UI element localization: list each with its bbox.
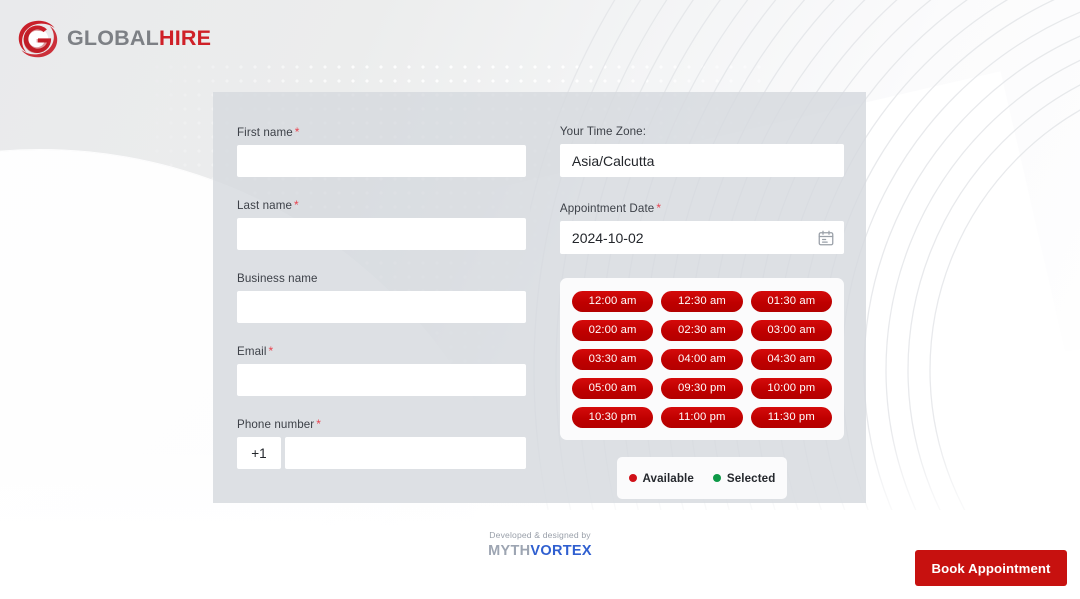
- time-slot-button[interactable]: 02:00 am: [571, 320, 654, 341]
- business-name-label: Business name: [237, 271, 526, 285]
- time-slot-button[interactable]: 12:00 am: [571, 291, 654, 312]
- appointment-date-input[interactable]: [559, 221, 844, 254]
- legend-available: Available: [628, 471, 694, 485]
- email-input[interactable]: [237, 364, 526, 396]
- time-slot-button[interactable]: 02:30 am: [661, 320, 743, 341]
- time-slot-button[interactable]: 11:30 pm: [750, 407, 832, 428]
- last-name-label-text: Last name: [237, 199, 293, 212]
- book-appointment-button[interactable]: Book Appointment: [915, 550, 1067, 586]
- business-name-label-text: Business name: [237, 272, 318, 285]
- brand-name-part2: HIRE: [158, 26, 212, 51]
- timezone-field: Your Time Zone:: [559, 125, 844, 177]
- time-slot-button[interactable]: 09:30 pm: [661, 378, 743, 399]
- time-slot-button[interactable]: 01:30 am: [750, 291, 832, 312]
- time-slot-button[interactable]: 10:30 pm: [571, 407, 654, 428]
- calendar-icon[interactable]: [817, 229, 835, 247]
- time-slots-card: 12:00 am 12:30 am 01:30 am 02:00 am 02:3…: [559, 278, 844, 440]
- business-name-input[interactable]: [237, 291, 526, 323]
- credit-line: Developed & designed by: [489, 530, 591, 540]
- country-code-input[interactable]: [237, 437, 281, 469]
- credit-brand-part2: VORTEX: [530, 542, 592, 559]
- required-asterisk: *: [656, 201, 662, 215]
- time-slot-button[interactable]: 11:00 pm: [661, 407, 743, 428]
- form-right-column: Your Time Zone: Appointment Date*: [559, 125, 844, 503]
- timezone-input[interactable]: [559, 144, 844, 177]
- legend-selected: Selected: [712, 471, 776, 485]
- phone-number-input[interactable]: [285, 437, 526, 469]
- first-name-label: First name *: [237, 125, 526, 139]
- first-name-label-text: First name: [237, 126, 293, 139]
- selected-dot-icon: [712, 474, 721, 482]
- required-asterisk: *: [268, 344, 274, 358]
- time-slot-button[interactable]: 04:00 am: [661, 349, 743, 370]
- phone-number-field: Phone number *: [237, 417, 526, 469]
- legend-available-label: Available: [642, 471, 694, 485]
- time-slot-button[interactable]: 12:30 am: [661, 291, 743, 312]
- business-name-field: Business name: [237, 271, 526, 323]
- time-slot-button[interactable]: 04:30 am: [750, 349, 832, 370]
- email-label-text: Email: [237, 345, 267, 358]
- required-asterisk: *: [316, 417, 322, 431]
- brand-name-part1: GLOBAL: [67, 26, 159, 51]
- email-field: Email *: [237, 344, 526, 396]
- appointment-date-field: Appointment Date *: [559, 201, 844, 254]
- slot-legend: Available Selected: [616, 457, 787, 499]
- appointment-date-label-text: Appointment Date: [559, 202, 655, 215]
- required-asterisk: *: [294, 198, 299, 212]
- credit-brand-part1: MYTH: [488, 542, 531, 559]
- available-dot-icon: [628, 474, 637, 482]
- time-slots-grid: 12:00 am 12:30 am 01:30 am 02:00 am 02:3…: [571, 291, 832, 428]
- email-label: Email *: [237, 344, 526, 358]
- globalhire-swoosh-logo-icon: [16, 17, 60, 61]
- last-name-input[interactable]: [237, 218, 526, 250]
- appointment-form-panel: First name * Last name * Business name Ema…: [213, 92, 866, 503]
- first-name-input[interactable]: [237, 145, 526, 177]
- phone-number-label-text: Phone number: [237, 418, 315, 431]
- legend-selected-label: Selected: [726, 471, 776, 485]
- time-slot-button[interactable]: 03:30 am: [571, 349, 654, 370]
- brand-name: GLOBALHIRE: [67, 28, 211, 50]
- time-slot-button[interactable]: 05:00 am: [571, 378, 654, 399]
- phone-number-label: Phone number *: [237, 417, 526, 431]
- timezone-label: Your Time Zone:: [559, 125, 647, 138]
- first-name-field: First name *: [237, 125, 526, 177]
- required-asterisk: *: [294, 125, 300, 139]
- time-slot-button[interactable]: 03:00 am: [750, 320, 832, 341]
- time-slot-button[interactable]: 10:00 pm: [750, 378, 832, 399]
- form-left-column: First name * Last name * Business name Ema…: [237, 125, 526, 503]
- last-name-field: Last name *: [237, 198, 526, 250]
- last-name-label: Last name *: [237, 198, 526, 212]
- brand-logo[interactable]: GLOBALHIRE: [16, 17, 211, 61]
- appointment-date-label: Appointment Date *: [560, 201, 844, 215]
